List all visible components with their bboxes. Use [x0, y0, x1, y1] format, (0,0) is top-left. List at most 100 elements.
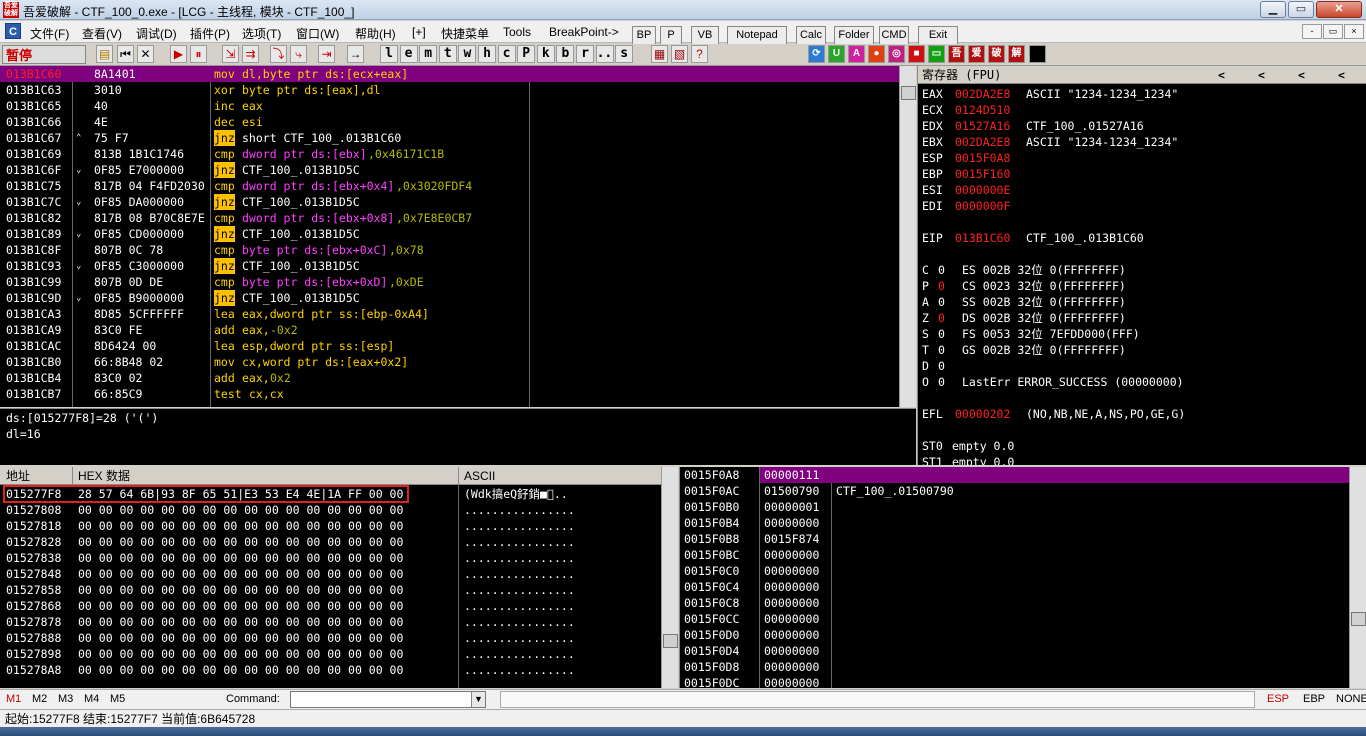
reg-nav-button[interactable]: <: [1258, 67, 1265, 83]
mdi-restore-button[interactable]: ▭: [1323, 24, 1343, 39]
flag-value[interactable]: 0: [938, 294, 945, 310]
goto-icon[interactable]: →: [347, 45, 364, 63]
window-button-dots[interactable]: ...: [595, 45, 620, 63]
close-process-icon[interactable]: ✕: [137, 45, 154, 63]
tool-button-vb[interactable]: VB: [691, 26, 719, 45]
pause-icon[interactable]: ⏸: [190, 45, 207, 63]
command-input[interactable]: [290, 691, 486, 708]
register-value[interactable]: 01527A16: [955, 118, 1010, 134]
disasm-row[interactable]: 013B1C75 817B 04 F4FD2030 cmp dword ptr ds:…: [0, 178, 899, 194]
register-row[interactable]: ST1 empty 0.0: [918, 454, 1366, 465]
menu-item[interactable]: Tools: [503, 25, 531, 39]
disasm-row[interactable]: 013B1C65 40 inc eax: [0, 98, 899, 114]
stop-icon[interactable]: ■: [908, 45, 925, 63]
disasm-row[interactable]: 013B1C69 813B 1B1C1746 cmp dword ptr ds:[eb…: [0, 146, 899, 162]
stack-row[interactable]: 0015F0D4 00000000: [680, 643, 1349, 659]
trace-into-icon[interactable]: ⤵: [270, 45, 287, 63]
register-value[interactable]: 0015F0A8: [955, 150, 1010, 166]
stack-row[interactable]: 0015F0B8 0015F874: [680, 531, 1349, 547]
registers-pane[interactable]: 寄存器 (FPU) < < < < EAX 002DA2E8 ASCII "1234…: [917, 66, 1366, 465]
reg-nav-button[interactable]: <: [1298, 67, 1305, 83]
window-button-P[interactable]: P: [517, 45, 536, 63]
tool-button-folder[interactable]: Folder: [834, 26, 874, 45]
flag-value[interactable]: 0: [938, 374, 945, 390]
black-icon[interactable]: [1029, 45, 1046, 63]
esp-selector[interactable]: ESP: [1267, 693, 1289, 705]
window-button-m[interactable]: m: [419, 45, 438, 63]
stack-row[interactable]: 0015F0D0 00000000: [680, 627, 1349, 643]
disasm-row[interactable]: 013B1C82 817B 08 B70C8E7E cmp dword ptr ds:…: [0, 210, 899, 226]
tool-button-exit[interactable]: Exit: [918, 26, 958, 45]
flag-value[interactable]: 0: [938, 342, 945, 358]
dump-row[interactable]: 01527898 00 00 00 00 00 00 00 00 00 00 00…: [0, 646, 661, 662]
disasm-row[interactable]: 013B1CA9 83C0 FE add eax, -0x2: [0, 322, 899, 338]
stack-row[interactable]: 0015F0BC 00000000: [680, 547, 1349, 563]
register-row[interactable]: EBX 002DA2E8 ASCII "1234-1234_1234": [918, 134, 1366, 150]
step-into-icon[interactable]: ⇲: [222, 45, 239, 63]
dump-row[interactable]: 015278A8 00 00 00 00 00 00 00 00 00 00 00…: [0, 662, 661, 678]
disasm-row[interactable]: 013B1C67 ⌃ 75 F7 jnz short CTF_100_.013B1C60: [0, 130, 899, 146]
register-row[interactable]: EAX 002DA2E8 ASCII "1234-1234_1234": [918, 86, 1366, 102]
register-row[interactable]: ST0 empty 0.0: [918, 438, 1366, 454]
window-button-t[interactable]: t: [438, 45, 457, 63]
wu-tool-icon[interactable]: 吾: [948, 45, 965, 63]
ebp-selector[interactable]: EBP: [1303, 693, 1325, 705]
disassembly-scrollbar[interactable]: [899, 66, 916, 407]
menu-item[interactable]: 文件(F): [30, 25, 69, 42]
register-row[interactable]: C 0 ES 002B 32位 0(FFFFFFFF): [918, 262, 1366, 278]
stack-row[interactable]: 0015F0CC 00000000: [680, 611, 1349, 627]
stack-row[interactable]: 0015F0DC 00000000: [680, 675, 1349, 688]
close-button[interactable]: ✕: [1316, 1, 1362, 18]
disasm-row[interactable]: 013B1CB4 83C0 02 add eax, 0x2: [0, 370, 899, 386]
minimize-button[interactable]: ▁: [1260, 1, 1286, 18]
appearance-icon[interactable]: ▧: [671, 45, 688, 63]
register-row[interactable]: EDI 0000000F: [918, 198, 1366, 214]
record-icon[interactable]: ●: [868, 45, 885, 63]
menu-item[interactable]: 查看(V): [82, 25, 122, 42]
window-button-k[interactable]: k: [536, 45, 555, 63]
disassembly-pane[interactable]: 013B1C60 8A1401 mov dl,byte ptr ds:[ecx+eax…: [0, 66, 899, 407]
window-button-e[interactable]: e: [399, 45, 418, 63]
stack-row[interactable]: 0015F0D8 00000000: [680, 659, 1349, 675]
tool-button-notepad[interactable]: Notepad: [727, 26, 787, 45]
po-tool-icon[interactable]: 破: [988, 45, 1005, 63]
help-icon[interactable]: ?: [691, 45, 708, 63]
register-row[interactable]: EIP 013B1C60 CTF_100_.013B1C60: [918, 230, 1366, 246]
ai-tool-icon[interactable]: 爱: [968, 45, 985, 63]
stack-row[interactable]: 0015F0AC 01500790 CTF_100_.01500790: [680, 483, 1349, 499]
memory-tab-m4[interactable]: M4: [84, 693, 99, 705]
menu-item[interactable]: 帮助(H): [355, 25, 396, 42]
stack-scrollbar[interactable]: [1349, 467, 1366, 688]
flag-value[interactable]: 0: [938, 310, 945, 326]
register-row[interactable]: Z 0 DS 002B 32位 0(FFFFFFFF): [918, 310, 1366, 326]
window-button-h[interactable]: h: [478, 45, 496, 63]
menu-item[interactable]: 窗口(W): [296, 25, 339, 42]
register-row[interactable]: [918, 390, 1366, 406]
maximize-button[interactable]: ▭: [1288, 1, 1314, 18]
disasm-row[interactable]: 013B1C9D ⌄ 0F85 B9000000 jnz CTF_100_.013B1D…: [0, 290, 899, 306]
flag-value[interactable]: 0: [938, 278, 945, 294]
dump-row[interactable]: 01527818 00 00 00 00 00 00 00 00 00 00 00…: [0, 518, 661, 534]
menu-item[interactable]: [+]: [412, 25, 426, 39]
register-row[interactable]: O 0 LastErr ERROR_SUCCESS (00000000): [918, 374, 1366, 390]
window-button-s[interactable]: s: [615, 45, 634, 63]
tool-button-cmd[interactable]: CMD: [879, 26, 909, 45]
register-row[interactable]: ESI 0000000E: [918, 182, 1366, 198]
reg-nav-button[interactable]: <: [1338, 67, 1345, 83]
register-row[interactable]: EBP 0015F160: [918, 166, 1366, 182]
window-button-r[interactable]: r: [576, 45, 594, 63]
mdi-window-icon[interactable]: C: [5, 23, 21, 39]
memory-tab-m1[interactable]: M1: [6, 693, 21, 705]
disasm-row[interactable]: 013B1C6F ⌄ 0F85 E7000000 jnz CTF_100_.013B1D…: [0, 162, 899, 178]
dump-row[interactable]: 01527848 00 00 00 00 00 00 00 00 00 00 00…: [0, 566, 661, 582]
flag-value[interactable]: 0: [938, 358, 945, 374]
tool-button-calc[interactable]: Calc: [796, 26, 826, 45]
memory-tab-m2[interactable]: M2: [32, 693, 47, 705]
disasm-row[interactable]: 013B1CB0 66:8B48 02 mov cx,word ptr ds:[eax…: [0, 354, 899, 370]
disasm-row[interactable]: 013B1C93 ⌄ 0F85 C3000000 jnz CTF_100_.013B1D…: [0, 258, 899, 274]
register-row[interactable]: ESP 0015F0A8: [918, 150, 1366, 166]
window-button-w[interactable]: w: [458, 45, 477, 63]
dump-row[interactable]: 01527828 00 00 00 00 00 00 00 00 00 00 00…: [0, 534, 661, 550]
memory-tab-m5[interactable]: M5: [110, 693, 125, 705]
memory-tab-m3[interactable]: M3: [58, 693, 73, 705]
